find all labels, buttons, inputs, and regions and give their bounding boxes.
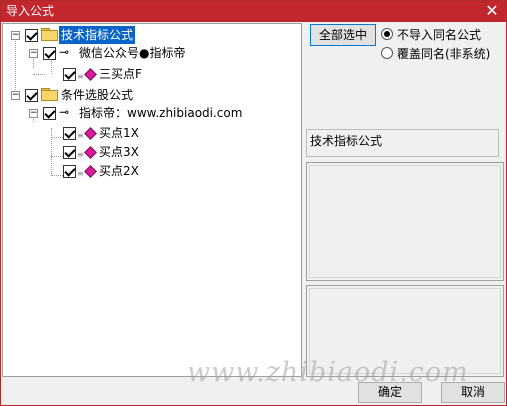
collapse-icon[interactable]: − <box>11 31 20 40</box>
formula-mark-icon: ≡ <box>77 169 84 178</box>
item-label[interactable]: 三买点F <box>99 65 142 83</box>
tree-item[interactable]: ≡ 三买点F <box>3 65 301 83</box>
group-label[interactable]: 技术指标公式 <box>59 26 136 44</box>
close-icon[interactable]: ✕ <box>484 1 500 22</box>
subgroup-checkbox[interactable] <box>43 47 56 60</box>
collapse-icon[interactable]: − <box>29 49 38 58</box>
formula-icon <box>84 127 97 140</box>
radio-no-import-label[interactable]: 不导入同名公式 <box>397 26 481 43</box>
title-bar: 导入公式 ✕ <box>1 1 506 22</box>
radio-overwrite[interactable] <box>381 47 393 59</box>
collapse-icon[interactable]: − <box>11 91 20 100</box>
item-label[interactable]: 买点1X <box>99 124 139 142</box>
select-all-button[interactable]: 全部选中 <box>310 24 376 46</box>
item-checkbox[interactable] <box>63 165 76 178</box>
item-label[interactable]: 买点3X <box>99 143 139 161</box>
formula-icon <box>84 68 97 81</box>
formula-icon <box>84 146 97 159</box>
radio-overwrite-label[interactable]: 覆盖同名(非系统) <box>397 45 490 62</box>
tree-item[interactable]: ≡ 买点3X <box>3 143 301 161</box>
formula-tree[interactable]: − 技术指标公式 − ⊸ 微信公众号●指标帝 ≡ 三买点F − 条件选股公式 − <box>2 23 302 377</box>
subgroup-label[interactable]: 微信公众号●指标帝 <box>79 44 185 62</box>
ok-button[interactable]: 确定 <box>358 382 422 403</box>
group-checkbox[interactable] <box>25 89 38 102</box>
subgroup-label[interactable]: 指标帝：www.zhibiaodi.com <box>79 104 242 122</box>
formula-type-label: 技术指标公式 <box>306 129 499 157</box>
key-icon: ⊸ <box>59 105 70 119</box>
folder-icon <box>41 88 58 101</box>
group-label[interactable]: 条件选股公式 <box>61 86 133 104</box>
formula-mark-icon: ≡ <box>77 72 84 81</box>
tree-subgroup[interactable]: − ⊸ 指标帝：www.zhibiaodi.com <box>3 104 301 122</box>
cancel-button[interactable]: 取消 <box>441 382 505 403</box>
formula-description-box <box>306 162 504 281</box>
formula-icon <box>84 165 97 178</box>
item-checkbox[interactable] <box>63 68 76 81</box>
folder-icon <box>41 28 58 41</box>
import-formula-dialog: 导入公式 ✕ − 技术指标公式 − ⊸ 微信公众号●指标帝 ≡ 三买点F − 条… <box>0 0 507 406</box>
watermark-text: www.zhibiaodi.com <box>187 357 469 388</box>
item-label[interactable]: 买点2X <box>99 162 139 180</box>
subgroup-checkbox[interactable] <box>43 107 56 120</box>
item-checkbox[interactable] <box>63 127 76 140</box>
collapse-icon[interactable]: − <box>29 109 38 118</box>
tree-group[interactable]: − 技术指标公式 <box>3 26 301 44</box>
key-icon: ⊸ <box>59 45 70 59</box>
radio-no-import[interactable] <box>381 28 393 40</box>
window-title: 导入公式 <box>6 4 55 18</box>
tree-item[interactable]: ≡ 买点1X <box>3 124 301 142</box>
tree-item[interactable]: ≡ 买点2X <box>3 162 301 180</box>
tree-subgroup[interactable]: − ⊸ 微信公众号●指标帝 <box>3 44 301 62</box>
tree-group[interactable]: − 条件选股公式 <box>3 86 301 104</box>
group-checkbox[interactable] <box>25 29 38 42</box>
item-checkbox[interactable] <box>63 146 76 159</box>
